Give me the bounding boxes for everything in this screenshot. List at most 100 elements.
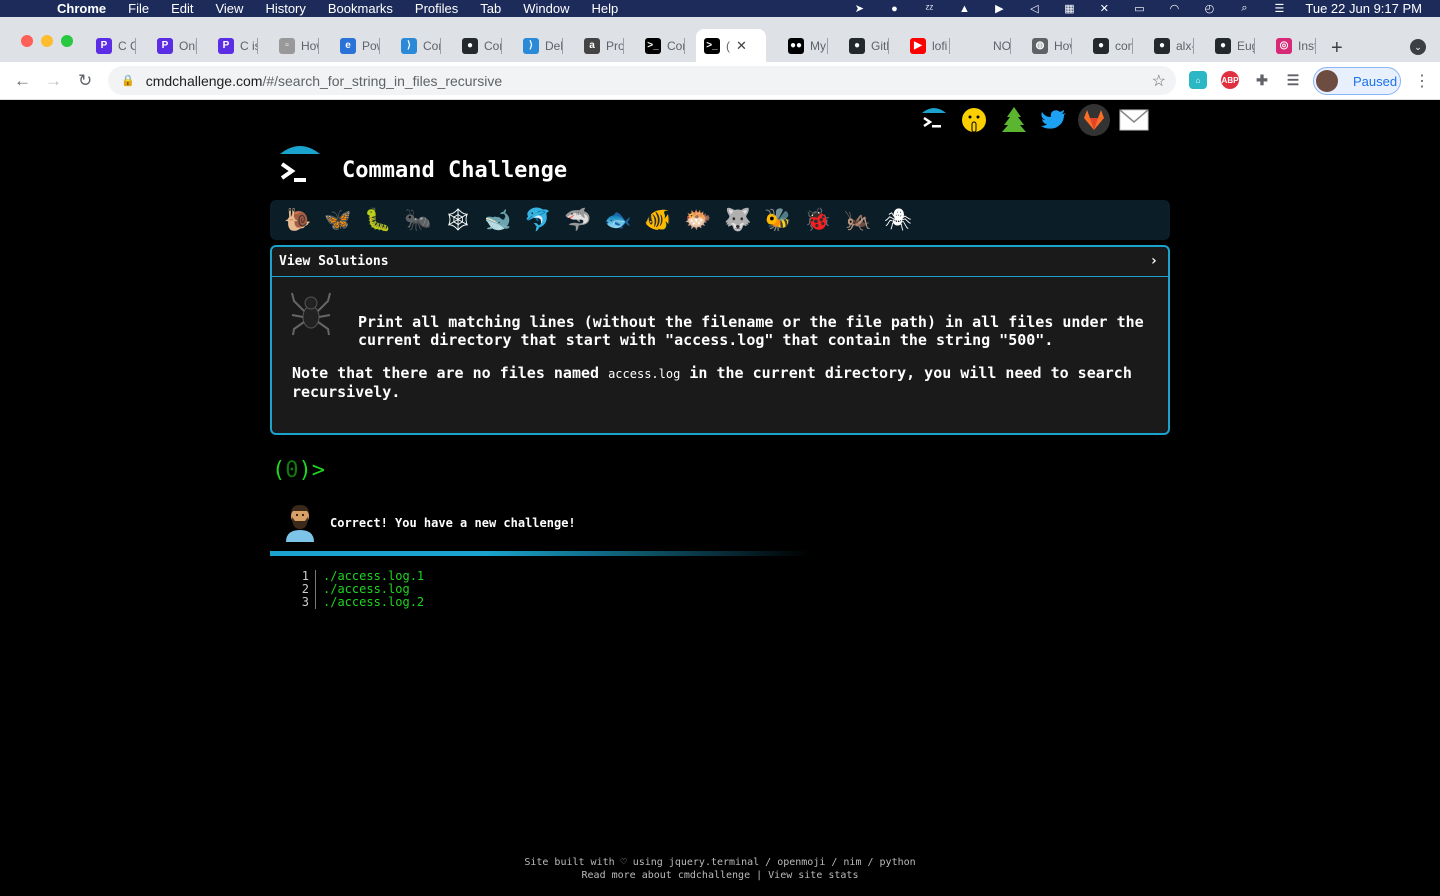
spotlight-icon[interactable]: ⌕: [1236, 2, 1252, 15]
tab-separator: [379, 38, 380, 54]
control-center-icon[interactable]: ☰: [1271, 2, 1287, 15]
tab-7[interactable]: ● Con: [462, 29, 502, 62]
blowfish-icon[interactable]: 🐡: [678, 200, 718, 240]
tab-18[interactable]: ● alx-: [1154, 29, 1194, 62]
tab-10[interactable]: >_ Con: [645, 29, 685, 62]
sleep-icon[interactable]: ᶻᶻ: [921, 2, 937, 15]
caterpillar-icon[interactable]: 🐛: [358, 200, 398, 240]
view-solutions-toggle[interactable]: View Solutions ›: [272, 247, 1168, 277]
vlc-icon[interactable]: ▲: [956, 2, 972, 15]
email-icon[interactable]: [1118, 104, 1150, 136]
shark-icon[interactable]: 🦈: [558, 200, 598, 240]
location-icon[interactable]: ➤: [851, 2, 867, 15]
tab-8[interactable]: ⟩ Deb: [523, 29, 563, 62]
time-machine-icon[interactable]: ◴: [1201, 2, 1217, 15]
bee-icon[interactable]: 🐝: [758, 200, 798, 240]
menu-edit[interactable]: Edit: [171, 1, 193, 16]
bluetooth-off-icon[interactable]: ✕: [1096, 2, 1112, 15]
tab-separator: [257, 38, 258, 54]
play-icon[interactable]: ▶: [991, 2, 1007, 15]
tab-17[interactable]: ● con: [1093, 29, 1133, 62]
tab-5[interactable]: e Pow: [340, 29, 380, 62]
tab-11[interactable]: >_ (✕: [696, 29, 766, 62]
web-icon[interactable]: 🕸: [438, 200, 478, 240]
shh-face-icon[interactable]: [958, 104, 990, 136]
zoom-window-button[interactable]: [61, 35, 73, 47]
menu-bookmarks[interactable]: Bookmarks: [328, 1, 393, 16]
page-icon: ▫: [279, 37, 295, 54]
github-icon: ●: [462, 37, 478, 54]
menu-profiles[interactable]: Profiles: [415, 1, 458, 16]
close-window-button[interactable]: [21, 35, 33, 47]
tab-19[interactable]: ● Eug: [1215, 29, 1255, 62]
tab-16[interactable]: ◍ How: [1032, 29, 1072, 62]
tab-1[interactable]: PC C: [96, 29, 136, 62]
wifi-icon[interactable]: ◠: [1166, 2, 1182, 15]
profile-button[interactable]: Paused: [1313, 67, 1401, 95]
battery-icon[interactable]: ▭: [1131, 2, 1147, 15]
menu-view[interactable]: View: [215, 1, 243, 16]
tree-icon[interactable]: [998, 104, 1030, 136]
mute-icon[interactable]: ◁: [1026, 2, 1042, 15]
menu-app-chrome[interactable]: Chrome: [57, 1, 106, 16]
adblock-icon[interactable]: ABP: [1221, 71, 1239, 89]
tab-title: Onli: [179, 38, 197, 53]
prompt-counter: 0: [285, 458, 299, 483]
reload-icon[interactable]: ↻: [78, 71, 92, 91]
menu-window[interactable]: Window: [523, 1, 569, 16]
keyboard-icon[interactable]: ▦: [1061, 2, 1077, 15]
terminal-prompt[interactable]: (0)>: [272, 458, 325, 483]
butterfly-icon[interactable]: 🦋: [318, 200, 358, 240]
whale-icon[interactable]: 🐋: [478, 200, 518, 240]
prompt-open: (: [272, 458, 286, 483]
menu-clock[interactable]: Tue 22 Jun 9:17 PM: [1305, 1, 1422, 16]
youtube-icon: ▶: [910, 37, 926, 54]
lock-icon[interactable]: 🔒: [121, 74, 135, 87]
menu-kebab-icon[interactable]: ⋮: [1414, 71, 1430, 91]
tab-14[interactable]: ▶ lofi: [910, 29, 950, 62]
prompt-close: )>: [298, 458, 326, 483]
tab-search-button[interactable]: ⌄: [1410, 39, 1426, 55]
tropical-fish-icon[interactable]: 🐠: [638, 200, 678, 240]
tab-13[interactable]: ● Gith: [849, 29, 889, 62]
twitter-icon[interactable]: [1038, 104, 1070, 136]
wolf-icon[interactable]: 🐺: [718, 200, 758, 240]
forward-icon[interactable]: →: [45, 71, 62, 91]
new-tab-button[interactable]: +: [1331, 37, 1343, 60]
reading-list-icon[interactable]: ☰: [1284, 71, 1302, 89]
extension-icon[interactable]: ⌂: [1189, 71, 1207, 89]
back-icon[interactable]: ←: [14, 71, 31, 91]
close-tab-icon[interactable]: ✕: [736, 38, 747, 54]
address-bar[interactable]: 🔒 cmdchallenge.com/#/search_for_string_i…: [108, 66, 1176, 95]
fish-icon[interactable]: 🐟: [598, 200, 638, 240]
dolphin-icon[interactable]: 🐬: [518, 200, 558, 240]
tab-15[interactable]: NO\: [971, 29, 1011, 62]
tab-12[interactable]: ●● My: [788, 29, 828, 62]
gitlab-icon[interactable]: [1078, 104, 1110, 136]
terminal-link-icon[interactable]: [918, 104, 950, 136]
ladybug-icon[interactable]: 🐞: [798, 200, 838, 240]
spider-icon[interactable]: 🕷: [878, 200, 918, 240]
url-host: cmdchallenge.com: [145, 72, 263, 89]
snail-icon[interactable]: 🐌: [278, 200, 318, 240]
tab-6[interactable]: ⟩ Con: [401, 29, 441, 62]
menu-file[interactable]: File: [128, 1, 149, 16]
extensions-puzzle-icon[interactable]: ✚: [1253, 71, 1271, 89]
menu-help[interactable]: Help: [592, 1, 619, 16]
cmdchallenge-logo[interactable]: [278, 144, 324, 190]
menu-tab[interactable]: Tab: [480, 1, 501, 16]
tab-2[interactable]: P Onli: [157, 29, 197, 62]
tab-9[interactable]: a Proj: [584, 29, 624, 62]
menu-history[interactable]: History: [265, 1, 305, 16]
tab-4[interactable]: ▫ How: [279, 29, 319, 62]
ant-icon[interactable]: 🐜: [398, 200, 438, 240]
minimize-window-button[interactable]: [41, 35, 53, 47]
url-text[interactable]: cmdchallenge.com/#/search_for_string_in_…: [146, 73, 502, 89]
tab-3[interactable]: P C is: [218, 29, 258, 62]
footer-links[interactable]: Read more about cmdchallenge | View site…: [0, 869, 1440, 882]
cricket-icon[interactable]: 🦗: [838, 200, 878, 240]
bookmark-star-icon[interactable]: ☆: [1152, 71, 1166, 91]
tab-20[interactable]: ◎ Inst: [1276, 29, 1316, 62]
p-logo-icon: P: [96, 37, 112, 54]
telegram-icon[interactable]: ●: [886, 2, 902, 15]
